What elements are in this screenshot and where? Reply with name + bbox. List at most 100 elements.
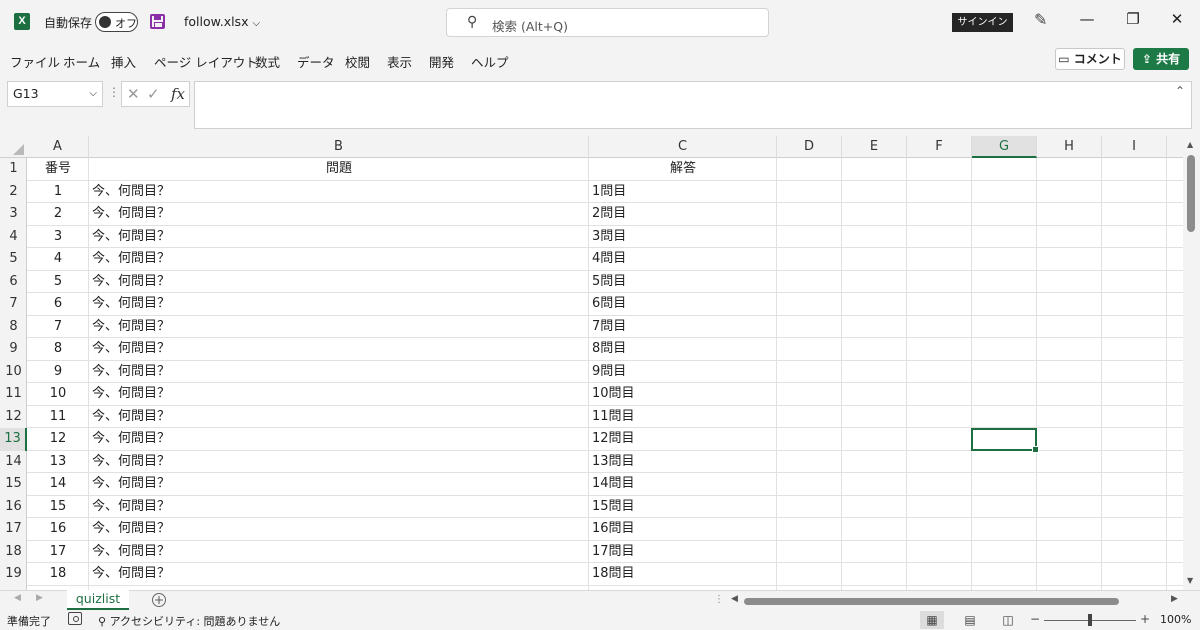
signin-button[interactable]: サインイン	[952, 13, 1013, 32]
row-header-10[interactable]: 10	[0, 361, 27, 384]
cell-answer[interactable]: 13問目	[589, 451, 777, 474]
cancel-icon[interactable]: ✕	[127, 85, 140, 103]
split-handle-icon[interactable]: ⋮	[714, 594, 724, 605]
column-header-b[interactable]: B	[89, 136, 589, 158]
collapse-chevron-icon[interactable]: ⌃	[1175, 84, 1185, 98]
cell-number[interactable]: 12	[27, 428, 89, 451]
menu-insert[interactable]: 挿入	[111, 52, 136, 71]
check-icon[interactable]: ✓	[147, 85, 160, 103]
row-header-15[interactable]: 15	[0, 473, 27, 496]
column-header-e[interactable]: E	[842, 136, 907, 158]
cell-answer[interactable]: 10問目	[589, 383, 777, 406]
prev-sheet-icon[interactable]: ◀	[14, 593, 21, 603]
vertical-scrollbar[interactable]: ▲ ▼	[1183, 136, 1200, 590]
close-icon[interactable]: ✕	[1166, 10, 1188, 28]
cell-number[interactable]: 18	[27, 563, 89, 586]
cell-number[interactable]: 10	[27, 383, 89, 406]
cell-answer[interactable]: 5問目	[589, 271, 777, 294]
select-all-corner[interactable]	[0, 136, 27, 158]
menu-view[interactable]: 表示	[387, 52, 412, 71]
cell-answer[interactable]: 18問目	[589, 563, 777, 586]
cell-number[interactable]: 4	[27, 248, 89, 271]
cell-answer[interactable]: 1問目	[589, 181, 777, 204]
search-box[interactable]: ⚲ 検索 (Alt+Q)	[446, 8, 769, 37]
column-header-i[interactable]: I	[1102, 136, 1167, 158]
row-header-9[interactable]: 9	[0, 338, 27, 361]
fx-icon[interactable]: fx	[171, 85, 185, 103]
sheet-tab-quizlist[interactable]: quizlist	[67, 590, 129, 610]
menu-home[interactable]: ホーム	[63, 52, 100, 71]
row-header-18[interactable]: 18	[0, 541, 27, 564]
cell-answer[interactable]: 15問目	[589, 496, 777, 519]
formula-input[interactable]: ⌃	[194, 81, 1192, 129]
cell-question[interactable]: 今、何問目？	[89, 563, 589, 586]
column-header-h[interactable]: H	[1037, 136, 1102, 158]
cell-answer[interactable]: 7問目	[589, 316, 777, 339]
row-header-6[interactable]: 6	[0, 271, 27, 294]
cell-number[interactable]: 14	[27, 473, 89, 496]
zoom-level[interactable]: 100%	[1160, 613, 1191, 626]
menu-formulas[interactable]: 数式	[255, 52, 280, 71]
cell-question[interactable]: 今、何問目？	[89, 248, 589, 271]
row-header-19[interactable]: 19	[0, 563, 27, 586]
next-sheet-icon[interactable]: ▶	[36, 593, 43, 603]
cell-answer[interactable]: 8問目	[589, 338, 777, 361]
cell-question[interactable]: 今、何問目？	[89, 496, 589, 519]
scroll-down-icon[interactable]: ▼	[1187, 576, 1193, 585]
cell-number[interactable]: 7	[27, 316, 89, 339]
cell-question[interactable]: 今、何問目？	[89, 271, 589, 294]
cell-number[interactable]: 16	[27, 518, 89, 541]
cell-answer[interactable]: 2問目	[589, 203, 777, 226]
header-cell-number[interactable]: 番号	[27, 158, 89, 181]
cell-answer[interactable]: 14問目	[589, 473, 777, 496]
cell-question[interactable]: 今、何問目？	[89, 226, 589, 249]
menu-help[interactable]: ヘルプ	[471, 52, 509, 71]
cell-answer[interactable]: 6問目	[589, 293, 777, 316]
column-header-f[interactable]: F	[907, 136, 972, 158]
cell-number[interactable]: 11	[27, 406, 89, 429]
scroll-right-icon[interactable]: ▶	[1171, 594, 1178, 604]
comment-button[interactable]: ▭ コメント	[1055, 48, 1125, 70]
cell-answer[interactable]: 12問目	[589, 428, 777, 451]
cell-question[interactable]: 今、何問目？	[89, 316, 589, 339]
menu-developer[interactable]: 開発	[429, 52, 454, 71]
cell-question[interactable]: 今、何問目？	[89, 518, 589, 541]
pen-icon[interactable]: ✎	[1034, 10, 1047, 29]
horizontal-scroll-thumb[interactable]	[744, 598, 1119, 605]
row-header-3[interactable]: 3	[0, 203, 27, 226]
normal-view-icon[interactable]: ▦	[920, 611, 944, 629]
zoom-slider-thumb[interactable]	[1088, 614, 1092, 626]
column-header-d[interactable]: D	[777, 136, 842, 158]
minimize-icon[interactable]: —	[1076, 10, 1098, 28]
row-header-7[interactable]: 7	[0, 293, 27, 316]
column-header-g[interactable]: G	[972, 136, 1037, 158]
cell-number[interactable]: 13	[27, 451, 89, 474]
name-box[interactable]: G13 ⌵	[7, 81, 103, 107]
row-header-1[interactable]: 1	[0, 158, 27, 181]
cell-number[interactable]: 5	[27, 271, 89, 294]
cell-question[interactable]: 今、何問目？	[89, 361, 589, 384]
menu-page-layout[interactable]: ページ レイアウト	[154, 52, 258, 71]
zoom-out-icon[interactable]: −	[1030, 612, 1040, 626]
cell-question[interactable]: 今、何問目？	[89, 451, 589, 474]
cell-question[interactable]: 今、何問目？	[89, 338, 589, 361]
cell-question[interactable]: 今、何問目？	[89, 428, 589, 451]
page-layout-view-icon[interactable]: ▤	[958, 611, 982, 629]
row-header-11[interactable]: 11	[0, 383, 27, 406]
row-header-12[interactable]: 12	[0, 406, 27, 429]
scroll-up-icon[interactable]: ▲	[1187, 140, 1193, 149]
row-header-13[interactable]: 13	[0, 428, 27, 451]
row-header-17[interactable]: 17	[0, 518, 27, 541]
more-options-icon[interactable]: ⋮	[108, 85, 120, 99]
active-cell-cursor[interactable]	[971, 428, 1039, 453]
cell-answer[interactable]: 4問目	[589, 248, 777, 271]
cell-answer[interactable]: 9問目	[589, 361, 777, 384]
cell-question[interactable]: 今、何問目？	[89, 293, 589, 316]
zoom-in-icon[interactable]: +	[1140, 612, 1150, 626]
accessibility-status[interactable]: ⚲ アクセシビリティ: 問題ありません	[98, 613, 280, 629]
cell-number[interactable]: 15	[27, 496, 89, 519]
header-cell-question[interactable]: 問題	[89, 158, 589, 181]
autosave-toggle[interactable]: オフ	[95, 12, 138, 32]
cell-question[interactable]: 今、何問目？	[89, 473, 589, 496]
macro-record-icon[interactable]	[68, 612, 82, 625]
